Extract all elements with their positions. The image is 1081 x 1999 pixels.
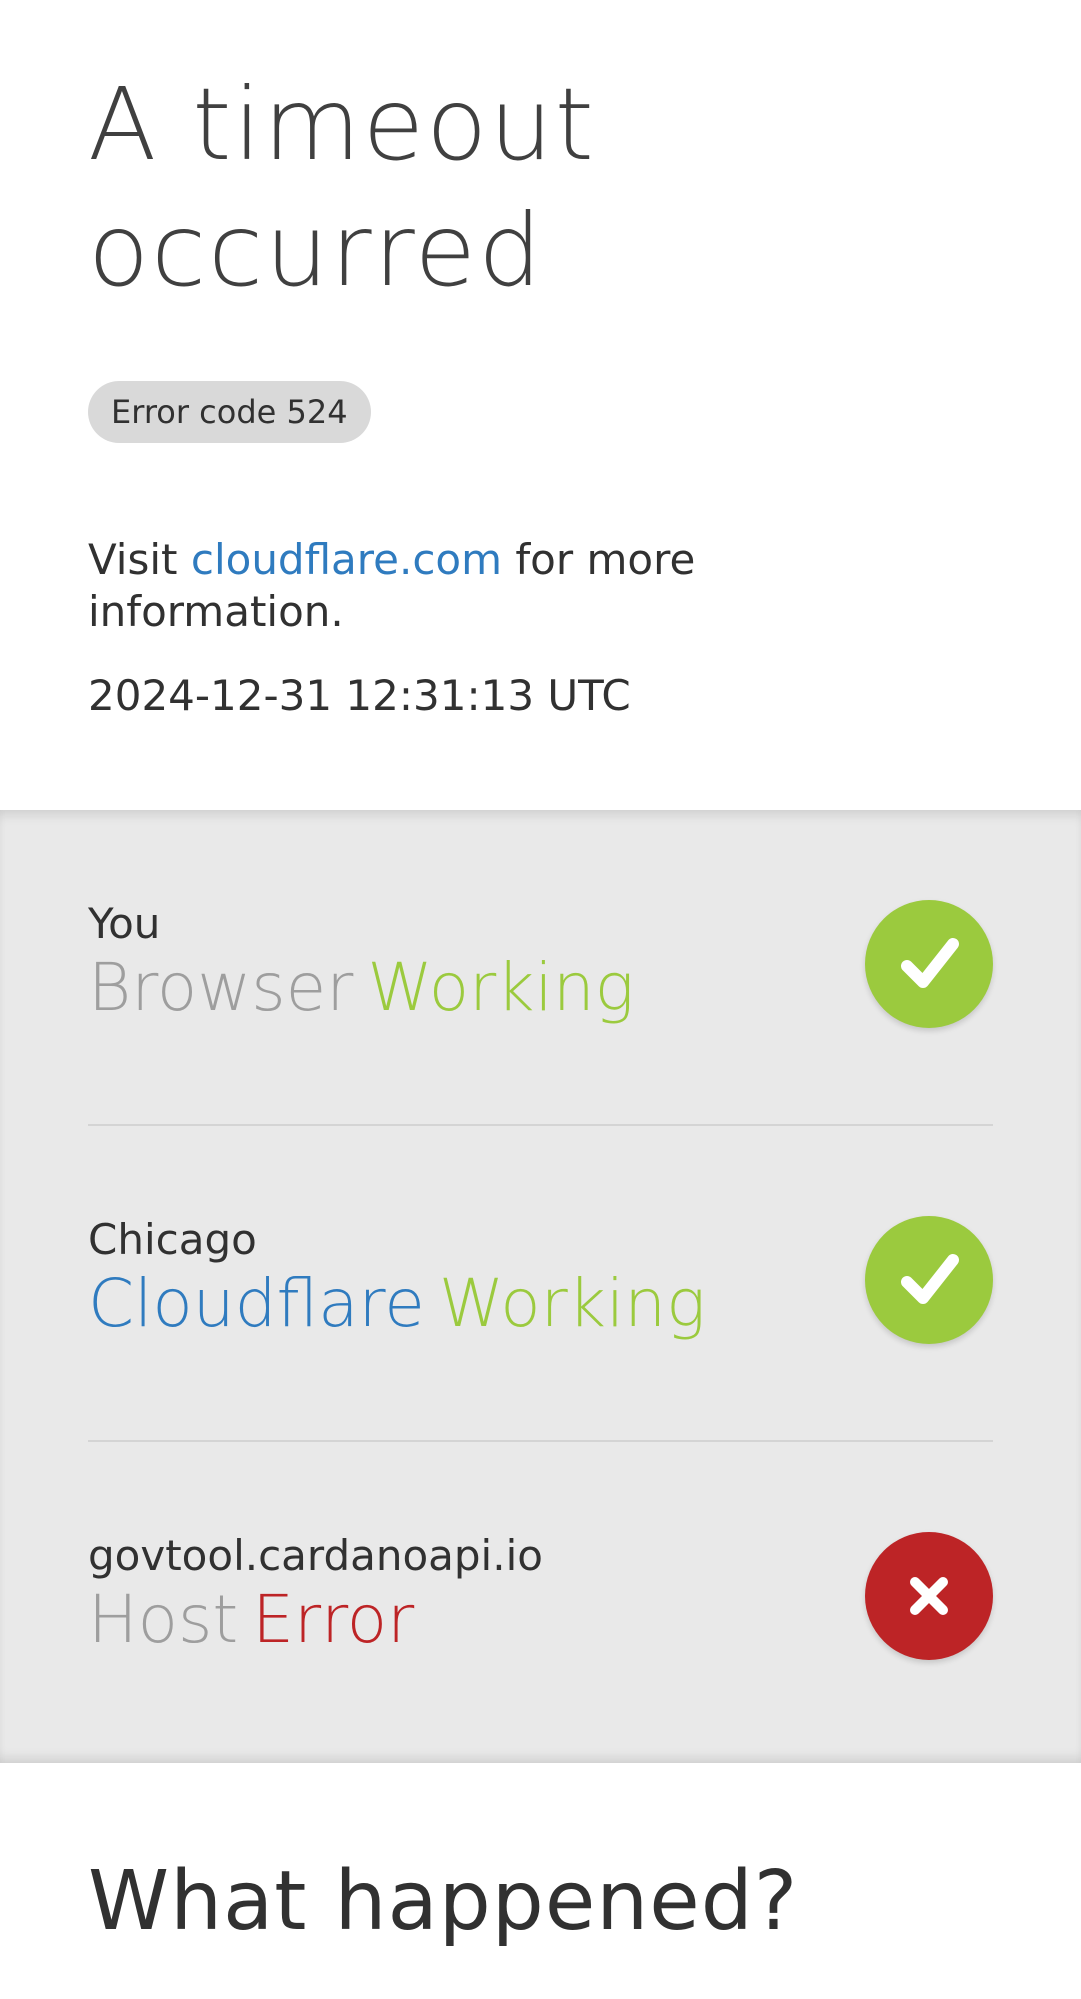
checkmark-icon xyxy=(865,1216,993,1344)
checkmark-icon xyxy=(865,900,993,1028)
cloudflare-link[interactable]: cloudflare.com xyxy=(191,535,502,584)
visit-info: Visit cloudflare.com for more informatio… xyxy=(88,534,808,638)
error-timestamp: 2024-12-31 12:31:13 UTC xyxy=(88,671,631,720)
visit-prefix: Visit xyxy=(88,535,178,584)
cross-icon xyxy=(865,1532,993,1660)
what-happened-heading: What happened? xyxy=(88,1854,799,1949)
status-row-host: govtool.cardanoapi.io Host Error xyxy=(88,1442,993,1758)
status-line: Host Error xyxy=(88,1580,414,1660)
status-location: Chicago xyxy=(88,1215,257,1264)
status-state: Working xyxy=(438,1265,706,1342)
status-state: Working xyxy=(367,949,635,1026)
status-panel: You Browser Working Chicago Cloudflare Wor… xyxy=(0,810,1081,1763)
status-row-browser: You Browser Working xyxy=(88,810,993,1126)
status-row-cloudflare: Chicago Cloudflare Working xyxy=(88,1126,993,1442)
status-line: Browser Working xyxy=(88,948,634,1028)
status-service: Host xyxy=(88,1581,239,1658)
status-state: Error xyxy=(252,1581,415,1658)
status-location: govtool.cardanoapi.io xyxy=(88,1531,543,1580)
status-service: Browser xyxy=(88,949,354,1026)
error-header: A timeout occurred Error code 524 Visit … xyxy=(0,0,1081,810)
status-service: Cloudflare xyxy=(88,1265,425,1342)
page-title: A timeout occurred xyxy=(88,66,596,309)
error-code-badge: Error code 524 xyxy=(88,381,371,443)
status-line: Cloudflare Working xyxy=(88,1264,706,1344)
status-location: You xyxy=(88,899,161,948)
